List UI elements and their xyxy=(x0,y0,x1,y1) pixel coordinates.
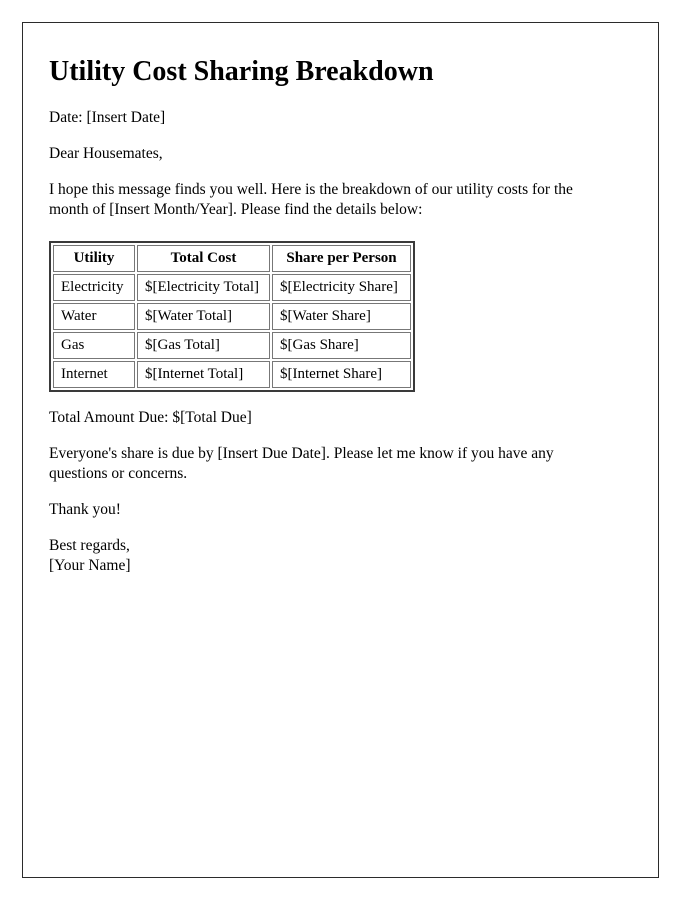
cost-table-container: Utility Total Cost Share per Person Elec… xyxy=(49,240,619,392)
cell-utility-name: Electricity xyxy=(53,273,135,301)
cell-utility-name: Internet xyxy=(53,360,135,388)
cell-total-cost: $[Water Total] xyxy=(137,302,270,330)
total-amount-due-line: Total Amount Due: $[Total Due] xyxy=(49,408,252,426)
column-header-utility: Utility xyxy=(53,244,135,272)
column-header-share-per-person: Share per Person xyxy=(272,244,411,272)
utility-cost-table: Utility Total Cost Share per Person Elec… xyxy=(49,240,415,392)
column-header-total-cost: Total Cost xyxy=(137,244,270,272)
cell-share-per-person: $[Electricity Share] xyxy=(272,273,411,301)
table-header-row: Utility Total Cost Share per Person xyxy=(53,244,411,272)
cell-total-cost: $[Internet Total] xyxy=(137,360,270,388)
due-date-paragraph: Everyone's share is due by [Insert Due D… xyxy=(49,444,554,482)
intro-paragraph: I hope this message finds you well. Here… xyxy=(49,181,573,219)
cell-total-cost: $[Gas Total] xyxy=(137,331,270,359)
cell-utility-name: Water xyxy=(53,302,135,330)
date-line: Date: [Insert Date] xyxy=(49,109,166,127)
table-row: Internet $[Internet Total] $[Internet Sh… xyxy=(53,360,411,388)
salutation: Dear Housemates, xyxy=(49,145,163,163)
cell-total-cost: $[Electricity Total] xyxy=(137,273,270,301)
page-title: Utility Cost Sharing Breakdown xyxy=(49,56,434,87)
cell-share-per-person: $[Water Share] xyxy=(272,302,411,330)
signature-block: Best regards, [Your Name] xyxy=(49,536,619,576)
page-frame: Utility Cost Sharing Breakdown Date: [In… xyxy=(22,22,659,878)
closing-line: Best regards, xyxy=(49,537,130,555)
table-row: Water $[Water Total] $[Water Share] xyxy=(53,302,411,330)
table-body: Electricity $[Electricity Total] $[Elect… xyxy=(53,273,411,388)
cell-utility-name: Gas xyxy=(53,331,135,359)
signature-name: [Your Name] xyxy=(49,557,131,575)
table-head: Utility Total Cost Share per Person xyxy=(53,244,411,272)
thank-you-line: Thank you! xyxy=(49,501,121,519)
document-body: Utility Cost Sharing Breakdown Date: [In… xyxy=(49,41,619,576)
cell-share-per-person: $[Internet Share] xyxy=(272,360,411,388)
cell-share-per-person: $[Gas Share] xyxy=(272,331,411,359)
table-row: Electricity $[Electricity Total] $[Elect… xyxy=(53,273,411,301)
table-row: Gas $[Gas Total] $[Gas Share] xyxy=(53,331,411,359)
